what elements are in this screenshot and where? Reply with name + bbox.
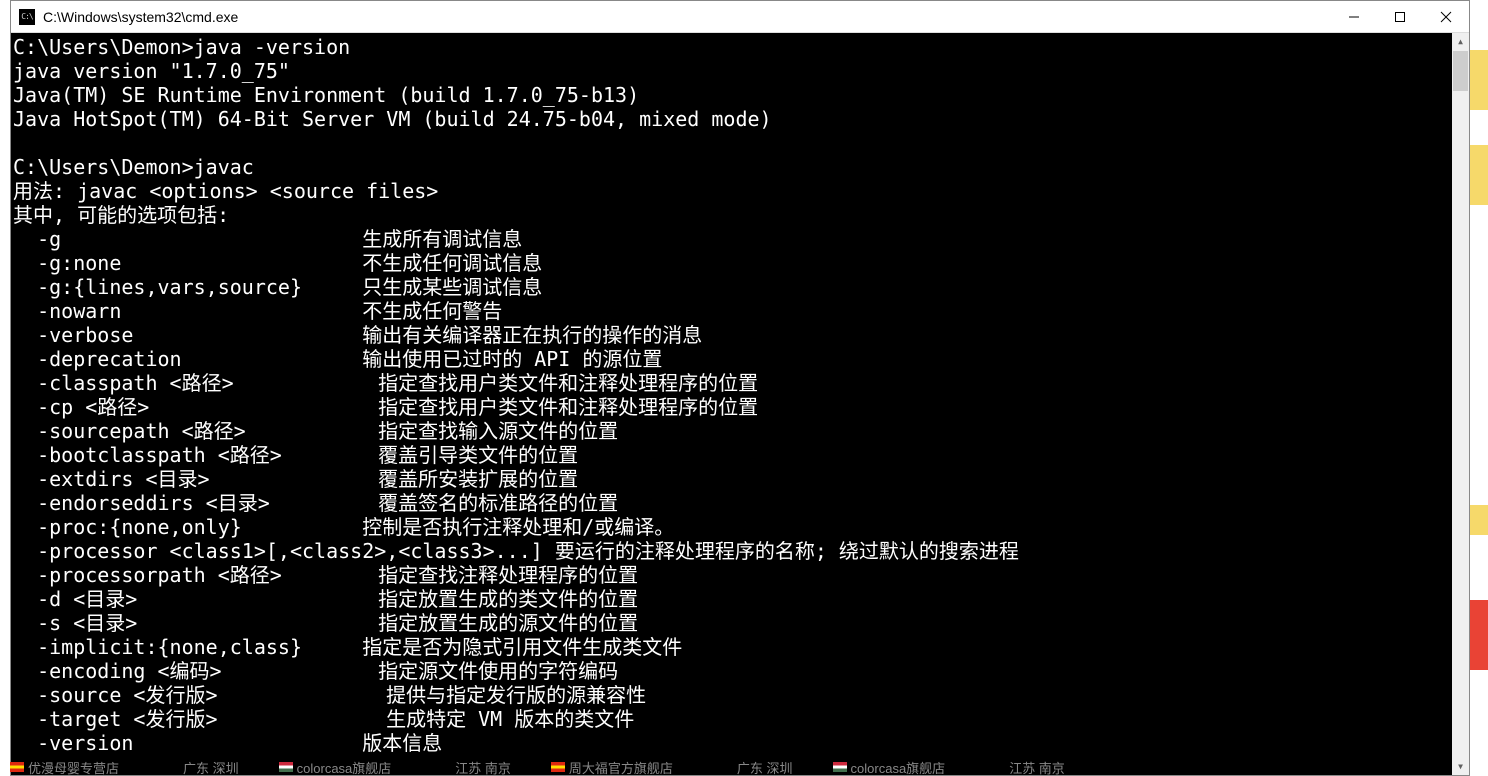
shop-name: colorcasa旗舰店 (297, 758, 392, 776)
terminal-output[interactable]: C:\Users\Demon>java -version java versio… (11, 33, 1469, 775)
background-strip (1470, 0, 1488, 776)
shop-location: 广东 深圳 (183, 758, 239, 776)
maximize-button[interactable] (1377, 1, 1423, 32)
shop-item[interactable]: 优漫母婴专营店 广东 深圳 (10, 758, 239, 776)
minimize-button[interactable] (1331, 1, 1377, 32)
flag-icon (279, 762, 293, 772)
terminal-text: C:\Users\Demon>java -version java versio… (13, 35, 1019, 755)
cmd-window: C:\ C:\Windows\system32\cmd.exe C:\Users… (10, 0, 1470, 776)
close-button[interactable] (1423, 1, 1469, 32)
flag-icon (833, 762, 847, 772)
shop-item[interactable]: colorcasa旗舰店 江苏 南京 (833, 758, 1065, 776)
window-title: C:\Windows\system32\cmd.exe (43, 9, 1331, 25)
flag-icon (551, 762, 565, 772)
shop-item[interactable]: 周大福官方旗舰店 广东 深圳 (551, 758, 793, 776)
shop-name: 周大福官方旗舰店 (569, 758, 673, 776)
titlebar[interactable]: C:\ C:\Windows\system32\cmd.exe (11, 1, 1469, 33)
shop-location: 江苏 南京 (1009, 758, 1065, 776)
background-shop-row: 优漫母婴专营店 广东 深圳 colorcasa旗舰店 江苏 南京 周大福官方旗舰店 广东 … (10, 758, 1480, 776)
terminal-scrollbar[interactable]: ▲ ▼ (1452, 33, 1469, 775)
shop-location: 江苏 南京 (455, 758, 511, 776)
flag-icon (10, 762, 24, 772)
shop-name: 优漫母婴专营店 (28, 758, 119, 776)
cmd-icon: C:\ (19, 9, 35, 25)
scrollbar-up-icon[interactable]: ▲ (1452, 33, 1469, 50)
scrollbar-thumb[interactable] (1453, 51, 1468, 91)
shop-name: colorcasa旗舰店 (851, 758, 946, 776)
shop-item[interactable]: colorcasa旗舰店 江苏 南京 (279, 758, 511, 776)
shop-location: 广东 深圳 (737, 758, 793, 776)
window-controls (1331, 1, 1469, 32)
